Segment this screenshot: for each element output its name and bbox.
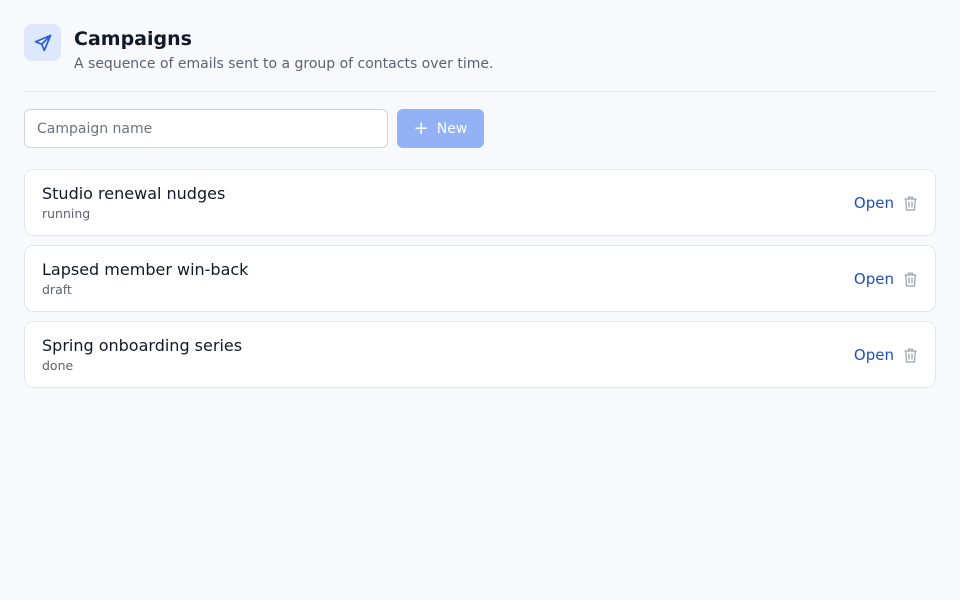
campaign-status: draft <box>42 282 72 297</box>
campaign-status: done <box>42 358 74 373</box>
open-campaign-link[interactable]: Open <box>854 346 894 364</box>
trash-icon[interactable] <box>902 271 918 289</box>
new-button-label: New <box>436 120 468 137</box>
trash-icon[interactable] <box>902 347 918 365</box>
campaign-status: running <box>42 206 91 221</box>
campaign-list: Studio renewal nudges running Open Lapse… <box>24 169 936 388</box>
campaign-name-input[interactable] <box>24 109 388 148</box>
campaign-actions: Open <box>854 193 918 213</box>
campaign-card: Lapsed member win-back draft Open <box>24 245 936 312</box>
campaign-name: Studio renewal nudges <box>42 184 226 203</box>
plus-icon: + <box>413 117 429 139</box>
campaign-name: Spring onboarding series <box>42 336 243 355</box>
create-campaign-row: + New <box>24 109 936 148</box>
page-subtitle: A sequence of emails sent to a group of … <box>74 56 494 72</box>
campaign-info: Spring onboarding series done <box>42 335 242 374</box>
send-icon <box>24 24 61 61</box>
campaign-actions: Open <box>854 269 918 289</box>
page-header: Campaigns A sequence of emails sent to a… <box>24 24 936 92</box>
header-text: Campaigns A sequence of emails sent to a… <box>74 24 493 74</box>
new-campaign-button[interactable]: + New <box>397 109 484 148</box>
campaign-card: Spring onboarding series done Open <box>24 321 936 388</box>
campaign-info: Lapsed member win-back draft <box>42 259 248 298</box>
campaign-info: Studio renewal nudges running <box>42 183 225 222</box>
campaign-actions: Open <box>854 345 918 365</box>
page-title: Campaigns <box>74 28 192 50</box>
trash-icon[interactable] <box>902 195 918 213</box>
campaigns-page: Campaigns A sequence of emails sent to a… <box>0 0 960 600</box>
open-campaign-link[interactable]: Open <box>854 194 894 212</box>
campaign-card: Studio renewal nudges running Open <box>24 169 936 236</box>
open-campaign-link[interactable]: Open <box>854 270 894 288</box>
campaign-name: Lapsed member win-back <box>42 260 249 279</box>
